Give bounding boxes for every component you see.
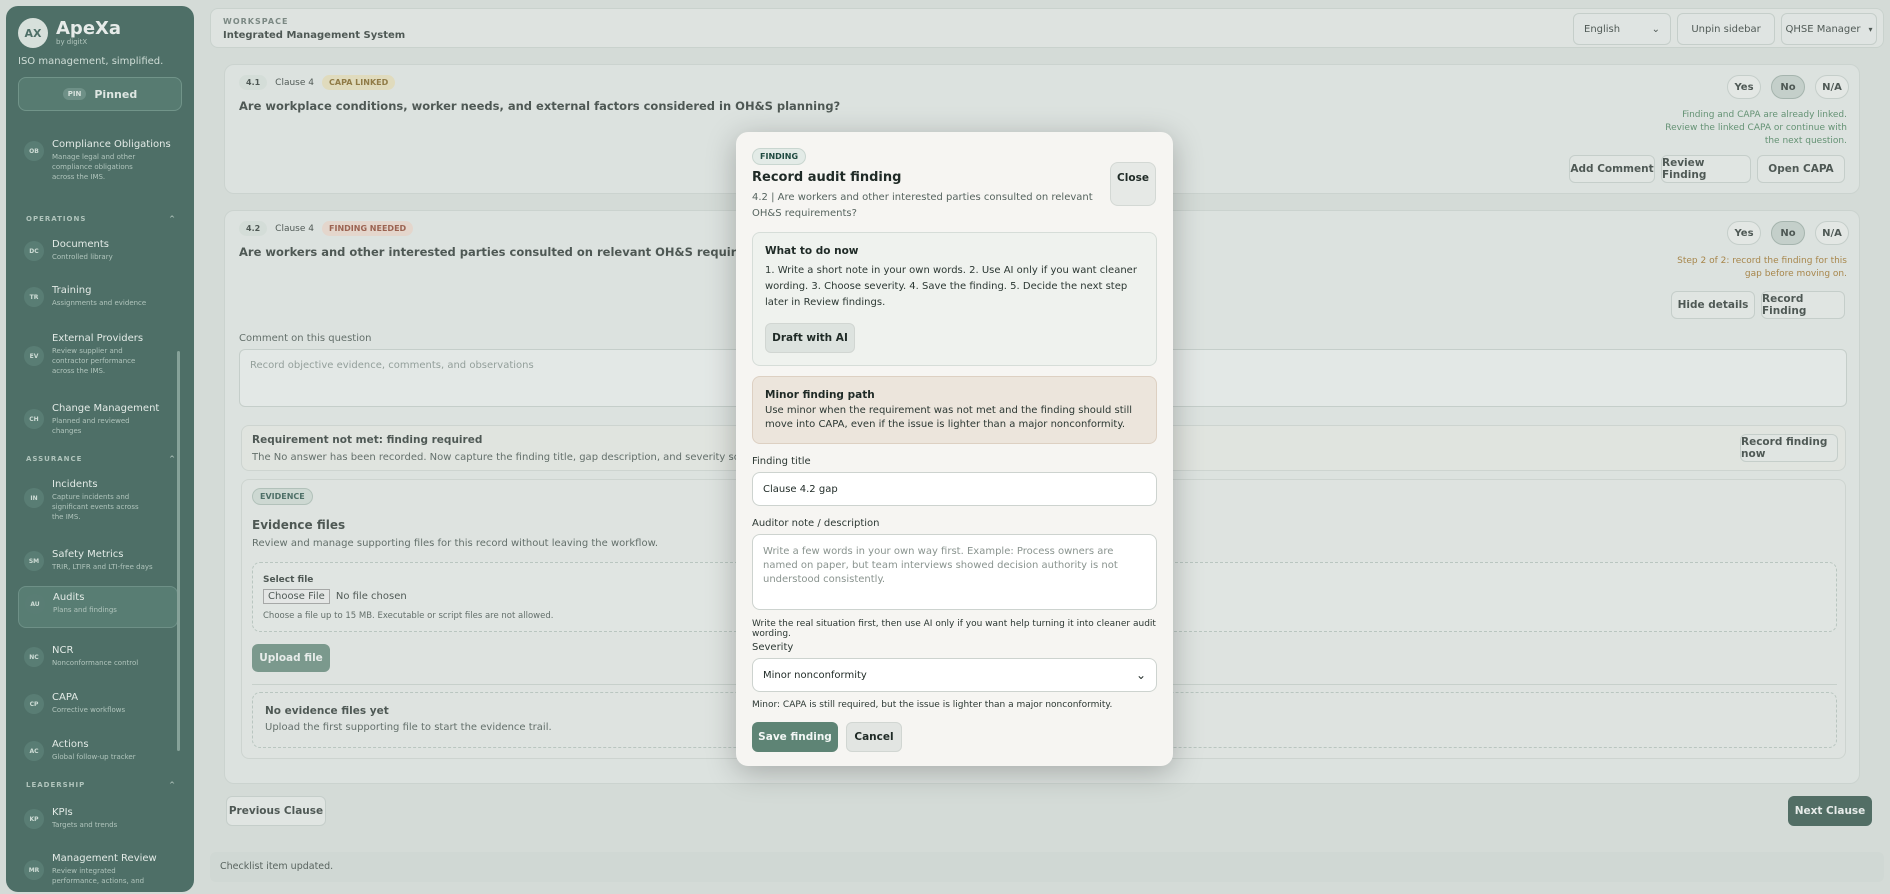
todo-text: 1. Write a short note in your own words.… — [765, 265, 1137, 308]
todo-panel: What to do now 1. Write a short note in … — [752, 232, 1157, 366]
close-button[interactable]: Close — [1110, 162, 1156, 206]
severity-label: Severity — [752, 642, 794, 653]
save-finding-button[interactable]: Save finding — [752, 722, 838, 752]
modal-badge: FINDING — [752, 148, 807, 165]
severity-value: Minor nonconformity — [763, 669, 867, 681]
auditor-note-textarea[interactable]: Write a few words in your own way first.… — [752, 534, 1157, 610]
auditor-note-label: Auditor note / description — [752, 518, 880, 529]
draft-with-ai-button[interactable]: Draft with AI — [765, 323, 855, 353]
modal-subtitle: 4.2 | Are workers and other interested p… — [752, 192, 1093, 219]
modal-title: Record audit finding — [752, 170, 902, 185]
finding-title-input[interactable]: Clause 4.2 gap — [752, 472, 1157, 506]
cancel-button[interactable]: Cancel — [846, 722, 902, 752]
minor-path-text: Use minor when the requirement was not m… — [765, 405, 1133, 430]
minor-path-panel: Minor finding path Use minor when the re… — [752, 376, 1157, 444]
note-help: Write the real situation first, then use… — [752, 619, 1156, 639]
severity-help: Minor: CAPA is still required, but the i… — [752, 700, 1113, 710]
chevron-down-icon: ⌄ — [1135, 668, 1146, 682]
minor-path-title: Minor finding path — [765, 389, 875, 401]
severity-select[interactable]: Minor nonconformity ⌄ — [752, 658, 1157, 692]
record-finding-modal: FINDING Record audit finding 4.2 | Are w… — [736, 132, 1173, 766]
finding-title-label: Finding title — [752, 456, 811, 467]
todo-title: What to do now — [765, 245, 859, 257]
